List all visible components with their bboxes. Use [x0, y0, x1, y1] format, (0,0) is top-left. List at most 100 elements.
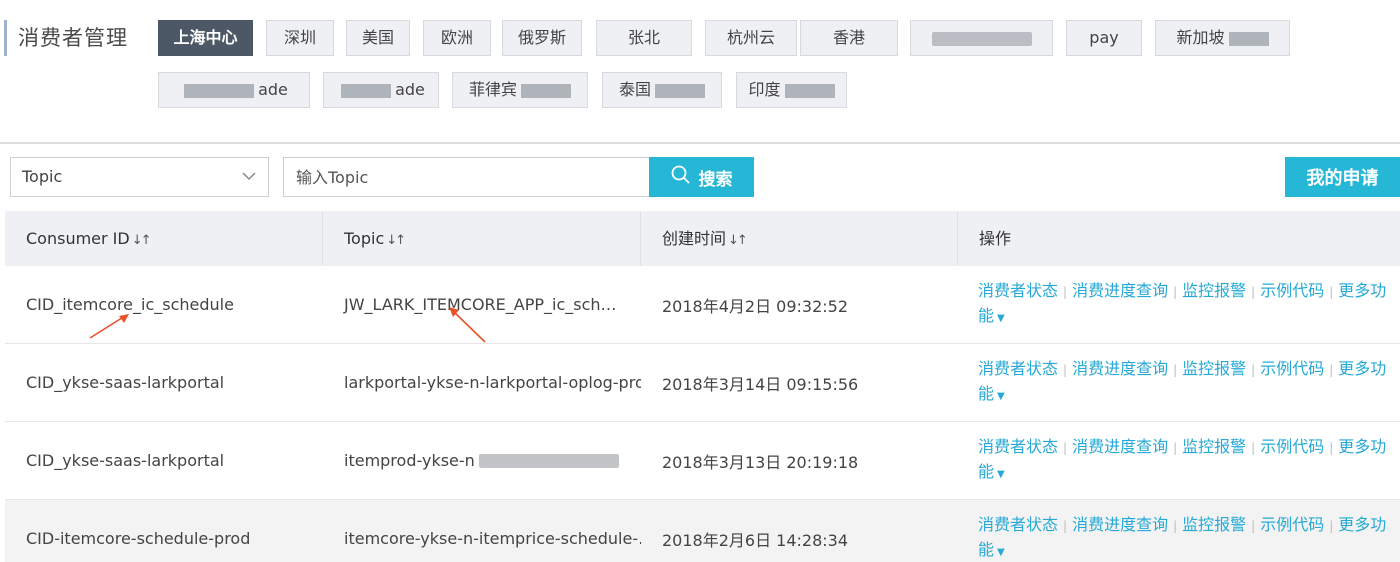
consume-progress-link[interactable]: 消费进度查询 [1072, 515, 1168, 534]
consume-progress-link[interactable]: 消费进度查询 [1072, 437, 1168, 456]
column-title: Topic [344, 229, 385, 248]
region-tab-label: pay [1089, 28, 1119, 47]
consumer-status-link[interactable]: 消费者状态 [978, 515, 1058, 534]
monitor-alarm-link[interactable]: 监控报警 [1182, 515, 1246, 534]
action-separator: | [1329, 441, 1334, 455]
topic-text: itemprod-ykse-n [344, 451, 475, 470]
region-tab-usa[interactable]: 美国 [346, 20, 410, 56]
sample-code-link[interactable]: 示例代码 [1260, 515, 1324, 534]
action-separator: | [1063, 519, 1068, 533]
region-tab-shenzhen[interactable]: 深圳 [266, 20, 334, 56]
actions-cell: 消费者状态 | 消费进度查询 | 监控报警 | 示例代码 | 更多功能 ▼ [958, 266, 1400, 343]
actions-cell: 消费者状态 | 消费进度查询 | 监控报警 | 示例代码 | 更多功能 ▼ [958, 422, 1400, 499]
region-tab-label: 杭州云 [726, 28, 775, 47]
monitor-alarm-link[interactable]: 监控报警 [1182, 281, 1246, 300]
sample-code-link[interactable]: 示例代码 [1260, 281, 1324, 300]
consumer-id-cell: CID_ykse-saas-larkportal [26, 451, 225, 470]
chevron-down-icon [242, 158, 256, 211]
action-separator: | [1173, 441, 1178, 455]
sample-code-link[interactable]: 示例代码 [1260, 359, 1324, 378]
consumer-status-link[interactable]: 消费者状态 [978, 359, 1058, 378]
redacted-text [478, 453, 619, 468]
region-tab-label: 泰国 [618, 80, 651, 99]
region-tab-label: 深圳 [283, 28, 316, 47]
region-tab-russia[interactable]: 俄罗斯 [502, 20, 582, 56]
region-tab-thailand[interactable]: 泰国 [602, 72, 722, 108]
monitor-alarm-link[interactable]: 监控报警 [1182, 359, 1246, 378]
region-tab-redacted-2[interactable]: ade [158, 72, 310, 108]
column-header-consumer-id[interactable]: Consumer ID ↓↑ [5, 211, 323, 266]
caret-down-icon: ▼ [997, 547, 1005, 558]
topic-cell: itemprod-ykse-n [323, 422, 641, 499]
title-accent-bar [4, 20, 7, 56]
region-tab-label: 欧洲 [440, 28, 473, 47]
redacted-label [931, 31, 1032, 46]
actions-cell: 消费者状态 | 消费进度查询 | 监控报警 | 示例代码 | 更多功能 ▼ [958, 500, 1400, 562]
page-title: 消费者管理 [18, 26, 128, 50]
consumer-status-link[interactable]: 消费者状态 [978, 281, 1058, 300]
consume-progress-link[interactable]: 消费进度查询 [1072, 281, 1168, 300]
action-separator: | [1251, 441, 1256, 455]
topic-cell: larkportal-ykse-n-larkportal-oplog-prod [344, 373, 641, 392]
action-separator: | [1251, 363, 1256, 377]
region-tab-label: 俄罗斯 [517, 28, 566, 47]
annotation-arrow-consumer-id [89, 314, 129, 339]
consume-progress-link[interactable]: 消费进度查询 [1072, 359, 1168, 378]
region-tab-redacted[interactable] [910, 20, 1053, 56]
region-tab-label: ade [395, 80, 425, 99]
topic-filter-select[interactable]: Topic [10, 157, 269, 197]
section-divider [0, 142, 1400, 144]
action-separator: | [1173, 519, 1178, 533]
region-tab-europe[interactable]: 欧洲 [423, 20, 491, 56]
region-tab-redacted-3[interactable]: ade [323, 72, 439, 108]
redacted-label [521, 83, 571, 98]
table-row: CID_ykse-saas-larkportal itemprod-ykse-n… [5, 422, 1400, 500]
created-time-cell: 2018年2月6日 14:28:34 [662, 530, 849, 550]
sort-icon[interactable]: ↓↑ [132, 233, 152, 248]
monitor-alarm-link[interactable]: 监控报警 [1182, 437, 1246, 456]
sort-icon[interactable]: ↓↑ [728, 233, 748, 248]
consumer-id-cell: CID_ykse-saas-larkportal [26, 373, 225, 392]
region-tab-shanghai[interactable]: 上海中心 [158, 20, 253, 56]
topic-search-input[interactable] [283, 157, 650, 197]
region-tab-label: ade [258, 80, 288, 99]
action-separator: | [1063, 441, 1068, 455]
sort-icon[interactable]: ↓↑ [386, 233, 406, 248]
created-time-cell: 2018年3月14日 09:15:56 [662, 374, 859, 394]
annotation-arrow-topic [449, 307, 486, 343]
caret-down-icon: ▼ [997, 313, 1005, 324]
column-title: Consumer ID [26, 229, 130, 248]
search-button[interactable]: 搜索 [649, 157, 754, 197]
column-header-created-time[interactable]: 创建时间 ↓↑ [641, 211, 958, 266]
region-tab-zhangbei[interactable]: 张北 [596, 20, 692, 56]
topic-cell: itemcore-ykse-n-itemprice-schedule-… [344, 529, 641, 548]
region-tab-philippines[interactable]: 菲律宾 [452, 72, 588, 108]
redacted-label [341, 83, 392, 98]
region-tab-pay[interactable]: pay [1066, 20, 1142, 56]
created-time-cell: 2018年4月2日 09:32:52 [662, 296, 849, 316]
region-tab-label: 美国 [361, 28, 394, 47]
column-title: 操作 [979, 229, 1012, 248]
caret-down-icon: ▼ [997, 391, 1005, 402]
region-tab-india[interactable]: 印度 [736, 72, 847, 108]
region-tab-hongkong[interactable]: 香港 [800, 20, 898, 56]
region-tab-hangzhou-cloud[interactable]: 杭州云 [705, 20, 797, 56]
region-tab-label: 新加坡 [1176, 28, 1225, 47]
action-separator: | [1063, 363, 1068, 377]
column-header-topic[interactable]: Topic ↓↑ [323, 211, 641, 266]
sample-code-link[interactable]: 示例代码 [1260, 437, 1324, 456]
table-row: CID_itemcore_ic_schedule JW_LARK_ITEMCOR… [5, 266, 1400, 344]
action-separator: | [1329, 519, 1334, 533]
redacted-label [784, 83, 835, 98]
column-header-actions: 操作 [958, 211, 1400, 266]
caret-down-icon: ▼ [997, 469, 1005, 480]
region-tab-label: 印度 [748, 80, 781, 99]
my-applications-button[interactable]: 我的申请 [1285, 157, 1400, 197]
action-separator: | [1251, 519, 1256, 533]
consumer-status-link[interactable]: 消费者状态 [978, 437, 1058, 456]
consumer-id-cell: CID_itemcore_ic_schedule [26, 295, 234, 314]
search-button-label: 搜索 [698, 169, 733, 190]
region-tab-label: 菲律宾 [468, 80, 517, 99]
actions-cell: 消费者状态 | 消费进度查询 | 监控报警 | 示例代码 | 更多功能 ▼ [958, 344, 1400, 421]
region-tab-singapore[interactable]: 新加坡 [1155, 20, 1290, 56]
